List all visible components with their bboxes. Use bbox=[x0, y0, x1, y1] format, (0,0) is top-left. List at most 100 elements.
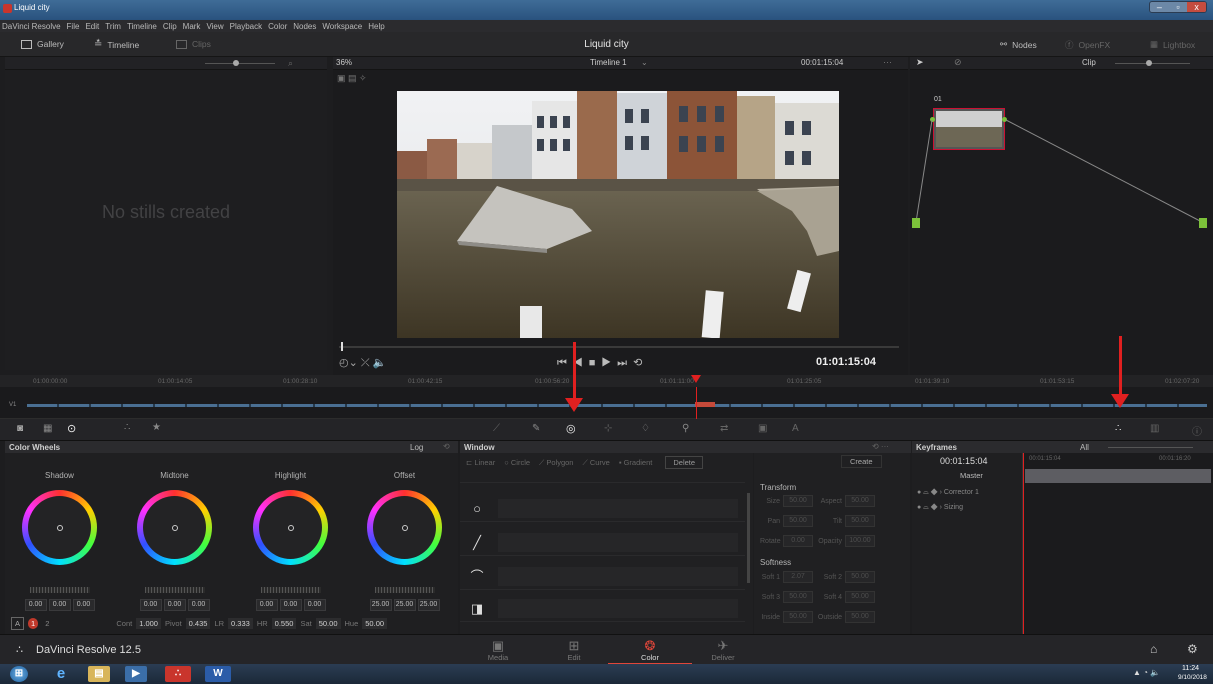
keyframes-icon[interactable]: ∴ bbox=[1115, 423, 1121, 434]
ie-icon[interactable]: e bbox=[50, 666, 72, 682]
media-player-icon[interactable]: ▶ bbox=[125, 666, 147, 682]
hue-value[interactable]: 50.00 bbox=[362, 617, 388, 629]
lightbox-tab[interactable]: ▦ Lightbox bbox=[1150, 39, 1195, 50]
deliver-page-button[interactable]: ✈ Deliver bbox=[703, 638, 743, 662]
source-input[interactable] bbox=[912, 218, 920, 228]
wheel-handle[interactable] bbox=[288, 525, 294, 531]
delete-window-button[interactable]: Delete bbox=[665, 456, 704, 469]
node-zoom-handle[interactable] bbox=[1146, 60, 1152, 66]
timeline-selector[interactable]: Timeline 1 bbox=[590, 58, 627, 67]
param-value[interactable]: 50.00 bbox=[783, 591, 813, 603]
lr-value[interactable]: 0.333 bbox=[228, 617, 253, 629]
node-zoom-slider[interactable] bbox=[1115, 63, 1190, 64]
menu-mark[interactable]: Mark bbox=[183, 22, 201, 31]
more-icon[interactable]: ··· bbox=[883, 57, 892, 67]
offset-wheel[interactable]: Offset 25.0025.0025.00 RGB bbox=[352, 471, 457, 620]
circle-window-row[interactable]: ○ bbox=[460, 495, 745, 522]
contrast-value[interactable]: 1.000 bbox=[136, 617, 161, 629]
wheel-handle[interactable] bbox=[57, 525, 63, 531]
curves-icon[interactable]: ⟋ bbox=[493, 423, 500, 434]
clip-mode-select[interactable]: Clip bbox=[1082, 58, 1096, 67]
window-scrollbar[interactable] bbox=[747, 493, 750, 583]
color-ring[interactable] bbox=[367, 490, 442, 565]
scopes-icon[interactable]: ▥ bbox=[1150, 423, 1159, 434]
midtone-wheel[interactable]: Midtone 0.000.000.00 RGB bbox=[122, 471, 227, 620]
scrubber-playhead[interactable] bbox=[341, 342, 343, 351]
page-2-button[interactable]: 2 bbox=[42, 618, 52, 629]
param-value[interactable]: 50.00 bbox=[845, 571, 875, 583]
value-b[interactable]: 0.00 bbox=[72, 599, 95, 611]
timeline-playhead[interactable] bbox=[691, 375, 701, 383]
param-value[interactable]: 50.00 bbox=[845, 515, 875, 527]
start-button[interactable]: ⊞ bbox=[10, 666, 28, 682]
track-clips[interactable] bbox=[27, 404, 1207, 407]
transport-controls[interactable]: ⏮◀■▶⏭⟲ bbox=[557, 356, 648, 370]
reset-icon[interactable]: ⟲ ··· bbox=[872, 442, 889, 451]
keyframe-zoom-slider[interactable] bbox=[1108, 447, 1193, 448]
linear-button[interactable]: ⊏ Linear bbox=[466, 458, 495, 467]
keyframes-filter[interactable]: All bbox=[1080, 443, 1089, 452]
master-wheel-slider[interactable] bbox=[260, 587, 321, 593]
create-window-button[interactable]: Create bbox=[841, 455, 882, 468]
param-value[interactable]: 2.07 bbox=[783, 571, 813, 583]
master-wheel-slider[interactable] bbox=[374, 587, 435, 593]
menu-davinci[interactable]: DaVinci Resolve bbox=[2, 22, 61, 31]
polygon-button[interactable]: ⟋ Polygon bbox=[539, 458, 573, 468]
close-button[interactable]: x bbox=[1187, 2, 1207, 12]
edit-page-button[interactable]: ⊞ Edit bbox=[554, 638, 594, 662]
param-value[interactable]: 100.00 bbox=[845, 535, 875, 547]
scrubber-bar[interactable] bbox=[339, 346, 899, 348]
key-icon[interactable]: ⚲ bbox=[682, 423, 689, 434]
a-mode-button[interactable]: A bbox=[11, 616, 25, 630]
menu-help[interactable]: Help bbox=[368, 22, 384, 31]
3d-icon[interactable]: ▣ bbox=[758, 423, 767, 434]
value-r[interactable]: 0.00 bbox=[24, 599, 47, 611]
color-ring[interactable] bbox=[137, 490, 212, 565]
color-page-button[interactable]: ❂ Color bbox=[608, 638, 692, 665]
gallery-zoom-slider[interactable] bbox=[205, 63, 275, 64]
page-1-button[interactable]: 1 bbox=[28, 617, 39, 629]
qualifier-icon[interactable]: ✎ bbox=[532, 423, 540, 434]
tracker-icon[interactable]: ⊹ bbox=[604, 423, 612, 434]
home-icon[interactable]: ⌂ bbox=[1150, 642, 1157, 656]
param-value[interactable]: 50.00 bbox=[845, 611, 875, 623]
menu-trim[interactable]: Trim bbox=[105, 22, 121, 31]
linear-window-row[interactable] bbox=[460, 471, 745, 483]
reset-icon[interactable]: ⟲ bbox=[443, 442, 450, 451]
polygon-window-row[interactable]: ╱ bbox=[460, 529, 745, 556]
menu-playback[interactable]: Playback bbox=[230, 22, 262, 31]
param-value[interactable]: 0.00 bbox=[783, 535, 813, 547]
saturation-value[interactable]: 50.00 bbox=[315, 617, 341, 629]
tray-icons[interactable]: ▲ ◔ 🔈 bbox=[1133, 668, 1160, 677]
keyframe-track-corrector[interactable]: ● ⌓ ◆ › Corrector 1 bbox=[917, 489, 979, 497]
pivot-value[interactable]: 0.435 bbox=[185, 617, 211, 629]
menu-color[interactable]: Color bbox=[268, 22, 287, 31]
master-wheel-slider[interactable] bbox=[144, 587, 205, 593]
keyframe-playhead[interactable] bbox=[1023, 453, 1024, 634]
hr-value[interactable]: 0.550 bbox=[271, 617, 297, 629]
value-g[interactable]: 0.00 bbox=[163, 599, 186, 611]
param-value[interactable]: 50.00 bbox=[783, 515, 813, 527]
sizing-icon[interactable]: ⇄ bbox=[720, 423, 728, 434]
disable-icon[interactable]: ⊘ bbox=[954, 57, 962, 68]
wheel-mode-select[interactable]: Log bbox=[410, 443, 423, 452]
openfx-tab[interactable]: ⓕ OpenFX bbox=[1065, 39, 1110, 51]
color-match-icon[interactable]: ▦ bbox=[43, 423, 52, 434]
output-node[interactable] bbox=[1199, 218, 1207, 228]
param-value[interactable]: 50.00 bbox=[845, 591, 875, 603]
menu-file[interactable]: File bbox=[67, 22, 80, 31]
curve-button[interactable]: ⟋ Curve bbox=[582, 458, 609, 468]
gallery-zoom-handle[interactable] bbox=[233, 60, 239, 66]
camera-raw-icon[interactable]: ◙ bbox=[17, 423, 23, 434]
minimize-button[interactable]: – bbox=[1150, 2, 1169, 12]
value-g[interactable]: 0.00 bbox=[48, 599, 71, 611]
viewer-mode-icon[interactable]: ▣ ▤ ✧ bbox=[337, 73, 367, 84]
window-icon[interactable]: ◎ bbox=[566, 422, 576, 435]
curve-window-row[interactable]: ⌒ bbox=[460, 563, 745, 590]
value-r[interactable]: 25.00 bbox=[369, 599, 392, 611]
gear-icon[interactable]: ⚙ bbox=[1187, 642, 1198, 656]
value-g[interactable]: 0.00 bbox=[279, 599, 302, 611]
value-b[interactable]: 25.00 bbox=[417, 599, 440, 611]
param-value[interactable]: 50.00 bbox=[845, 495, 875, 507]
current-clip[interactable] bbox=[695, 402, 715, 407]
